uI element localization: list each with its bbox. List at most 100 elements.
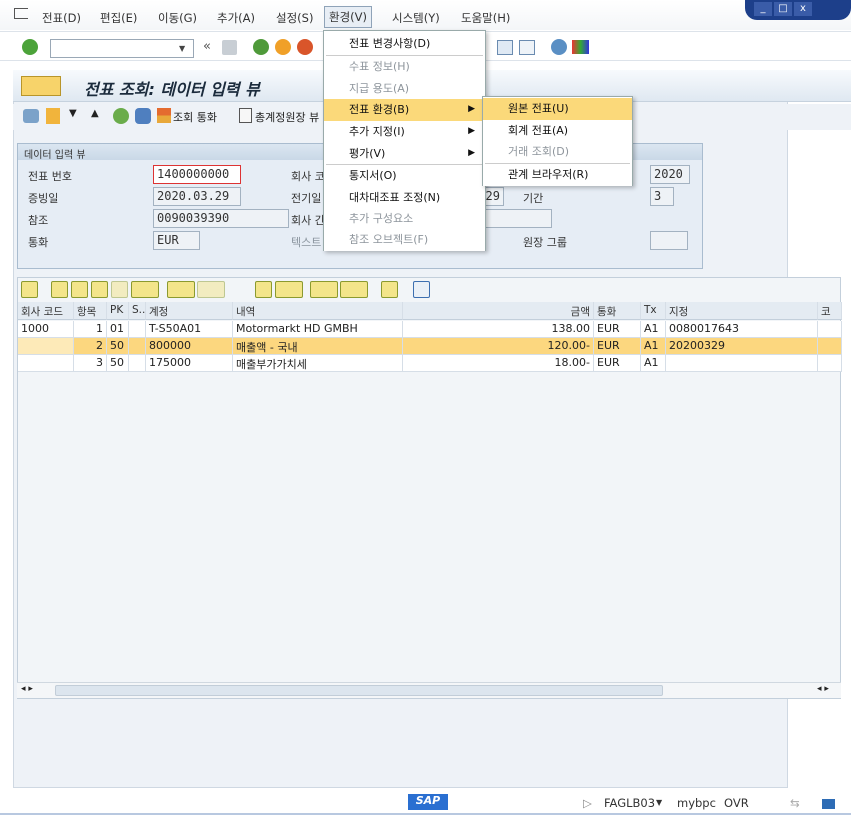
cell-amount[interactable]: 138.00 xyxy=(403,321,594,338)
cell-assignment[interactable]: 0080017643 xyxy=(666,321,818,338)
layout-icon[interactable] xyxy=(572,40,589,54)
menu-item-check-info[interactable]: 수표 정보(H) xyxy=(324,56,485,78)
column-header-item[interactable]: 항목 xyxy=(74,302,107,320)
sort-descending-icon[interactable] xyxy=(71,281,88,298)
ledger-group-field[interactable] xyxy=(650,231,688,250)
cell-description[interactable]: Motormarkt HD GMBH xyxy=(233,321,403,338)
cell-item[interactable]: 1 xyxy=(74,321,107,338)
cell-special[interactable] xyxy=(129,355,146,372)
menu-item-notice[interactable]: 통지서(O) xyxy=(324,165,485,187)
menu-goto[interactable]: 이동(G) xyxy=(154,8,201,28)
cell-company-code[interactable] xyxy=(18,338,74,355)
export-icon[interactable] xyxy=(310,281,338,298)
lock-icon[interactable] xyxy=(822,799,835,809)
menu-edit[interactable]: 편집(E) xyxy=(96,8,141,28)
back-icon[interactable] xyxy=(253,39,269,55)
menu-item-balance-sheet-adjustment[interactable]: 대차대조표 조정(N) xyxy=(324,187,485,209)
new-session-icon[interactable] xyxy=(497,40,513,55)
menu-button-icon[interactable] xyxy=(21,76,61,96)
cell-tax[interactable]: A1 xyxy=(641,321,666,338)
command-field[interactable] xyxy=(50,39,194,58)
column-header-currency[interactable]: 통화 xyxy=(594,302,641,320)
previous-icon[interactable]: ▲ xyxy=(91,108,99,119)
column-header-amount[interactable]: 금액 xyxy=(403,302,594,320)
submenu-item-original-document[interactable]: 원본 전표(U) xyxy=(483,98,632,120)
cell-cost[interactable] xyxy=(818,321,842,338)
menu-extras[interactable]: 추가(A) xyxy=(213,8,259,28)
menu-item-reference-object[interactable]: 참조 오브젝트(F) xyxy=(324,229,485,251)
horizontal-scrollbar[interactable]: ◂ ▸ ◂ ▸ xyxy=(17,682,841,698)
cell-posting-key[interactable]: 50 xyxy=(107,355,129,372)
cell-company-code[interactable] xyxy=(18,355,74,372)
cell-item[interactable]: 2 xyxy=(74,338,107,355)
shortcut-icon[interactable] xyxy=(519,40,535,55)
find-next-icon[interactable] xyxy=(111,281,128,298)
views-icon[interactable] xyxy=(275,281,303,298)
cell-company-code[interactable]: 1000 xyxy=(18,321,74,338)
cell-cost[interactable] xyxy=(818,338,842,355)
column-header-posting-key[interactable]: PK xyxy=(107,302,129,320)
period-field[interactable]: 3 xyxy=(650,187,674,206)
print-icon[interactable] xyxy=(255,281,272,298)
cell-amount[interactable]: 120.00- xyxy=(403,338,594,355)
cell-currency[interactable]: EUR xyxy=(594,355,641,372)
expand-status-icon[interactable]: ▷ xyxy=(583,796,592,810)
layout-icon[interactable] xyxy=(340,281,368,298)
scroll-left-icon[interactable]: ◂ ▸ xyxy=(21,684,33,694)
cell-account[interactable]: T-S50A01 xyxy=(146,321,233,338)
save-icon[interactable] xyxy=(222,40,237,55)
cell-account[interactable]: 800000 xyxy=(146,338,233,355)
scroll-right-icon[interactable]: ◂ ▸ xyxy=(817,684,829,694)
hat-icon[interactable] xyxy=(135,108,151,124)
display-change-icon[interactable] xyxy=(23,109,39,123)
cell-tax[interactable]: A1 xyxy=(641,338,666,355)
details-icon[interactable] xyxy=(21,281,38,298)
menu-item-additional-assignment[interactable]: 추가 지정(I) ▶ xyxy=(324,121,485,143)
display-currency-button[interactable]: 조회 통화 xyxy=(173,109,217,125)
close-button[interactable]: x xyxy=(794,2,812,16)
document-date-field[interactable]: 2020.03.29 xyxy=(153,187,241,206)
scroll-thumb[interactable] xyxy=(55,685,663,696)
cell-special[interactable] xyxy=(129,321,146,338)
cell-assignment[interactable] xyxy=(666,355,818,372)
cell-account[interactable]: 175000 xyxy=(146,355,233,372)
column-header-company-code[interactable]: 회사 코드 xyxy=(18,302,74,320)
document-number-field[interactable]: 1400000000 xyxy=(153,165,241,184)
reference-field[interactable]: 0090039390 xyxy=(153,209,289,228)
filter-icon[interactable] xyxy=(131,281,159,298)
menu-settings[interactable]: 설정(S) xyxy=(272,8,317,28)
graphic-icon[interactable] xyxy=(381,281,398,298)
general-ledger-view-button[interactable]: 총계정원장 뷰 xyxy=(255,109,319,125)
find-icon[interactable] xyxy=(91,281,108,298)
collapse-icon[interactable]: « xyxy=(203,39,211,54)
column-header-account[interactable]: 계정 xyxy=(146,302,233,320)
submenu-item-relationship-browser[interactable]: 관계 브라우저(R) xyxy=(483,164,632,186)
cell-currency[interactable]: EUR xyxy=(594,338,641,355)
input-mode[interactable]: OVR xyxy=(724,796,749,810)
column-header-cost[interactable]: 코스 xyxy=(818,302,842,333)
menu-system[interactable]: 시스템(Y) xyxy=(388,8,444,28)
next-icon[interactable]: ▼ xyxy=(69,108,77,119)
cell-description[interactable]: 매출부가가치세 xyxy=(233,355,403,372)
submenu-item-accounting-document[interactable]: 회계 전표(A) xyxy=(483,120,632,142)
document-icon[interactable] xyxy=(46,108,60,124)
menu-item-additional-components[interactable]: 추가 구성요소 xyxy=(324,208,485,230)
menu-help[interactable]: 도움말(H) xyxy=(457,8,514,28)
menu-environment[interactable]: 환경(V) xyxy=(324,6,372,28)
minimize-button[interactable]: _ xyxy=(754,2,772,16)
cell-posting-key[interactable]: 01 xyxy=(107,321,129,338)
chevron-down-icon[interactable]: ▼ xyxy=(656,798,662,807)
cell-special[interactable] xyxy=(129,338,146,355)
column-header-tax[interactable]: Tx xyxy=(641,302,666,320)
menu-item-payment-usage[interactable]: 지급 용도(A) xyxy=(324,78,485,100)
cell-description[interactable]: 매출액 - 국내 xyxy=(233,338,403,355)
exit-icon[interactable] xyxy=(275,39,291,55)
help-icon[interactable] xyxy=(551,39,567,55)
cell-amount[interactable]: 18.00- xyxy=(403,355,594,372)
exit-menu-icon[interactable] xyxy=(14,8,28,19)
menu-item-document-environment[interactable]: 전표 환경(B) ▶ xyxy=(324,99,485,121)
cell-cost[interactable] xyxy=(818,355,842,372)
cell-tax[interactable]: A1 xyxy=(641,355,666,372)
menu-item-valuation[interactable]: 평가(V) ▶ xyxy=(324,143,485,165)
cell-item[interactable]: 3 xyxy=(74,355,107,372)
